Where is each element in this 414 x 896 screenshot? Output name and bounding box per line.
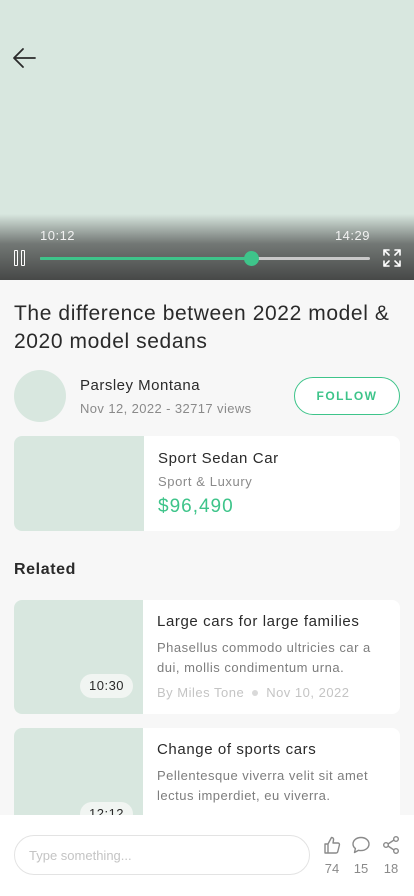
video-player[interactable]: 10:12 14:29 [0, 0, 414, 280]
related-author: By Miles Tone [157, 685, 245, 700]
author-avatar[interactable] [14, 370, 66, 422]
author-name[interactable]: Parsley Montana [80, 377, 200, 394]
duration-badge: 10:30 [80, 674, 134, 698]
related-description: Phasellus commodo ultricies car a dui, m… [157, 640, 371, 675]
thumbs-up-icon [324, 836, 341, 854]
product-card[interactable]: Sport Sedan Car Sport & Luxury $96,490 [14, 436, 400, 531]
related-date: Nov 10, 2022 [266, 685, 350, 700]
current-time: 10:12 [40, 228, 76, 243]
like-count: 74 [324, 861, 340, 876]
share-icon [383, 836, 399, 854]
video-duration: 14:29 [334, 228, 370, 243]
separator-dot [252, 689, 259, 696]
progress-fill [40, 257, 251, 260]
related-heading: Related [14, 561, 76, 578]
comment-count: 15 [353, 861, 369, 876]
video-meta: Nov 12, 2022 - 32717 views [80, 401, 252, 416]
back-arrow-icon[interactable] [10, 44, 38, 72]
like-button[interactable]: 74 [320, 835, 344, 876]
product-price: $96,490 [158, 496, 234, 517]
progress-slider[interactable] [40, 251, 370, 266]
related-item[interactable]: 10:30 Large cars for large families Phas… [14, 600, 400, 714]
share-count: 18 [383, 861, 399, 876]
comment-button[interactable]: 15 [349, 835, 373, 876]
pause-icon[interactable] [13, 250, 27, 266]
fullscreen-icon[interactable] [382, 248, 402, 268]
video-title: The difference between 2022 model & 2020… [14, 302, 390, 353]
product-category: Sport & Luxury [158, 474, 253, 489]
bottom-bar: 74 15 18 [0, 815, 414, 896]
related-title: Change of sports cars [157, 741, 317, 758]
video-controls-overlay [0, 214, 414, 280]
product-name: Sport Sedan Car [158, 450, 279, 467]
progress-handle[interactable] [243, 251, 259, 266]
comment-icon [352, 836, 370, 854]
share-button[interactable]: 18 [379, 835, 403, 876]
related-description: Pellentesque viverra velit sit amet lect… [157, 768, 369, 803]
product-thumbnail [14, 436, 144, 531]
related-meta: By Miles Tone Nov 10, 2022 [157, 685, 350, 700]
comment-input[interactable] [14, 835, 310, 875]
follow-button[interactable]: FOLLOW [294, 377, 400, 415]
related-title: Large cars for large families [157, 613, 360, 630]
